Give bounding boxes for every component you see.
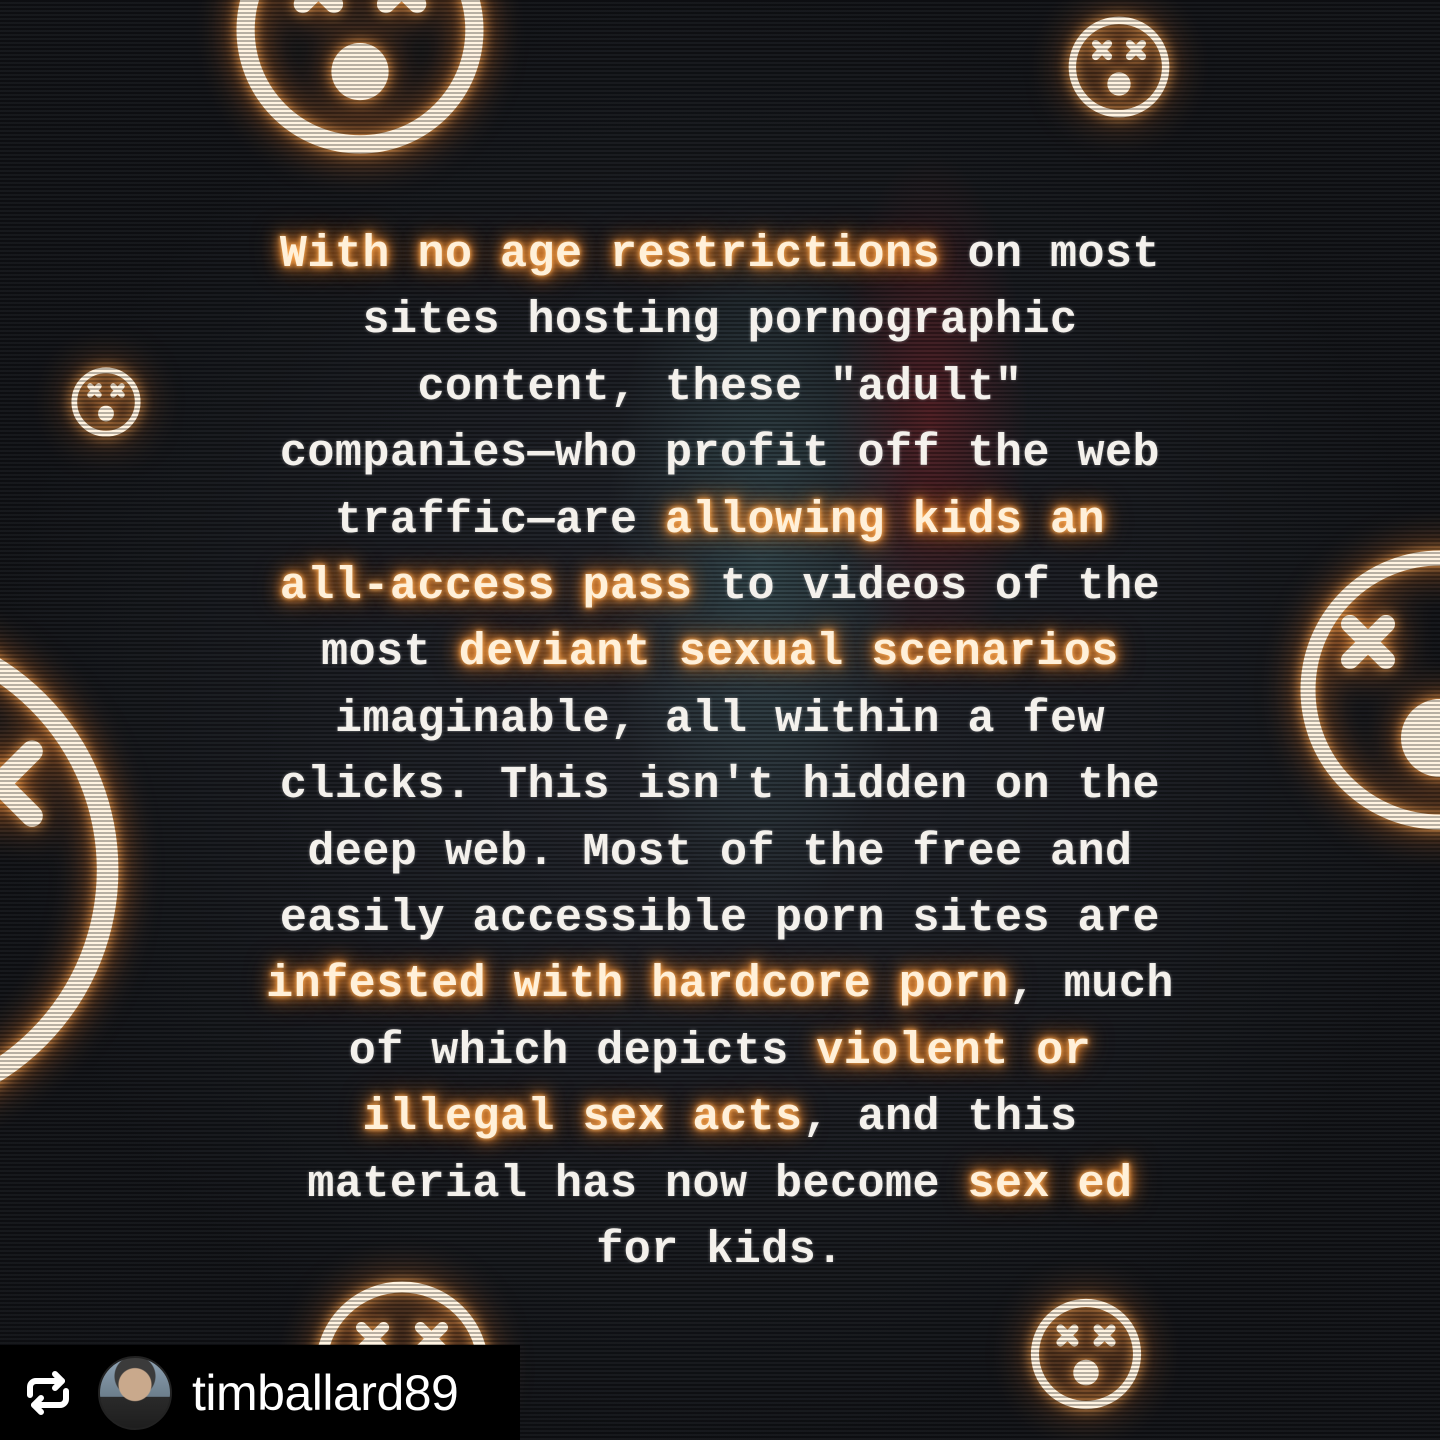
dizzy-face-icon: [70, 366, 142, 438]
dizzy-face-icon: [1028, 1296, 1144, 1412]
text-segment: , and this: [802, 1092, 1078, 1144]
text-segment: of which depicts: [348, 1025, 817, 1077]
text-segment: , much: [1008, 959, 1174, 1011]
dizzy-face-icon: [1066, 14, 1172, 120]
text-segment: companies—who profit off the web: [279, 428, 1161, 480]
highlighted-phrase: deviant sexual scenarios: [458, 627, 1119, 679]
post-text-line: most deviant sexual scenarios: [150, 620, 1290, 686]
highlighted-phrase: infested with hardcore porn: [266, 959, 1009, 1011]
post-text-line: for kids.: [150, 1218, 1290, 1284]
avatar[interactable]: [98, 1355, 172, 1430]
dizzy-face-icon: [0, 600, 140, 1140]
post-image: With no age restrictions on most sites ho…: [0, 0, 1440, 1440]
post-text-line: companies—who profit off the web: [150, 421, 1290, 487]
text-segment: clicks. This isn't hidden on the: [279, 760, 1161, 812]
text-segment: easily accessible porn sites are: [279, 893, 1161, 945]
text-segment: content, these "adult": [417, 361, 1023, 413]
text-segment: material has now become: [307, 1158, 968, 1210]
post-text-line: infested with hardcore porn, much: [150, 952, 1290, 1018]
post-text-line: imaginable, all within a few: [150, 687, 1290, 753]
post-text-line: deep web. Most of the free and: [150, 820, 1290, 886]
text-segment: to videos of the: [692, 561, 1161, 613]
highlighted-phrase: allowing kids an: [664, 494, 1106, 546]
dizzy-face-icon: [1290, 540, 1440, 840]
post-text-line: content, these "adult": [150, 355, 1290, 421]
text-segment: deep web. Most of the free and: [307, 826, 1133, 878]
highlighted-phrase: With no age restrictions: [279, 229, 941, 280]
post-text-line: sites hosting pornographic: [150, 288, 1290, 354]
post-text-line: all-access pass to videos of the: [150, 554, 1290, 620]
username[interactable]: timballard89: [192, 1364, 459, 1422]
post-text: With no age restrictions on most sites ho…: [150, 222, 1290, 1285]
text-segment: imaginable, all within a few: [334, 693, 1106, 745]
highlighted-phrase: sex ed: [967, 1158, 1133, 1210]
text-segment: sites hosting pornographic: [362, 295, 1078, 347]
highlighted-phrase: violent or: [816, 1025, 1092, 1077]
text-segment: traffic—are: [334, 494, 665, 546]
dizzy-face-icon: [230, 0, 490, 160]
repost-icon: [27, 1370, 69, 1415]
post-text-line: of which depicts violent or: [150, 1019, 1290, 1085]
post-text-line: easily accessible porn sites are: [150, 886, 1290, 952]
highlighted-phrase: illegal sex acts: [362, 1092, 803, 1144]
post-text-line: With no age restrictions on most: [150, 222, 1290, 288]
post-text-line: clicks. This isn't hidden on the: [150, 753, 1290, 819]
repost-attribution: timballard89: [0, 1345, 520, 1440]
text-segment: most: [321, 627, 459, 679]
highlighted-phrase: all-access pass: [279, 561, 693, 613]
text-segment: on most: [940, 229, 1161, 280]
post-text-line: material has now become sex ed: [150, 1152, 1290, 1218]
post-text-line: traffic—are allowing kids an: [150, 488, 1290, 554]
text-segment: for kids.: [596, 1225, 844, 1277]
post-text-line: illegal sex acts, and this: [150, 1085, 1290, 1151]
